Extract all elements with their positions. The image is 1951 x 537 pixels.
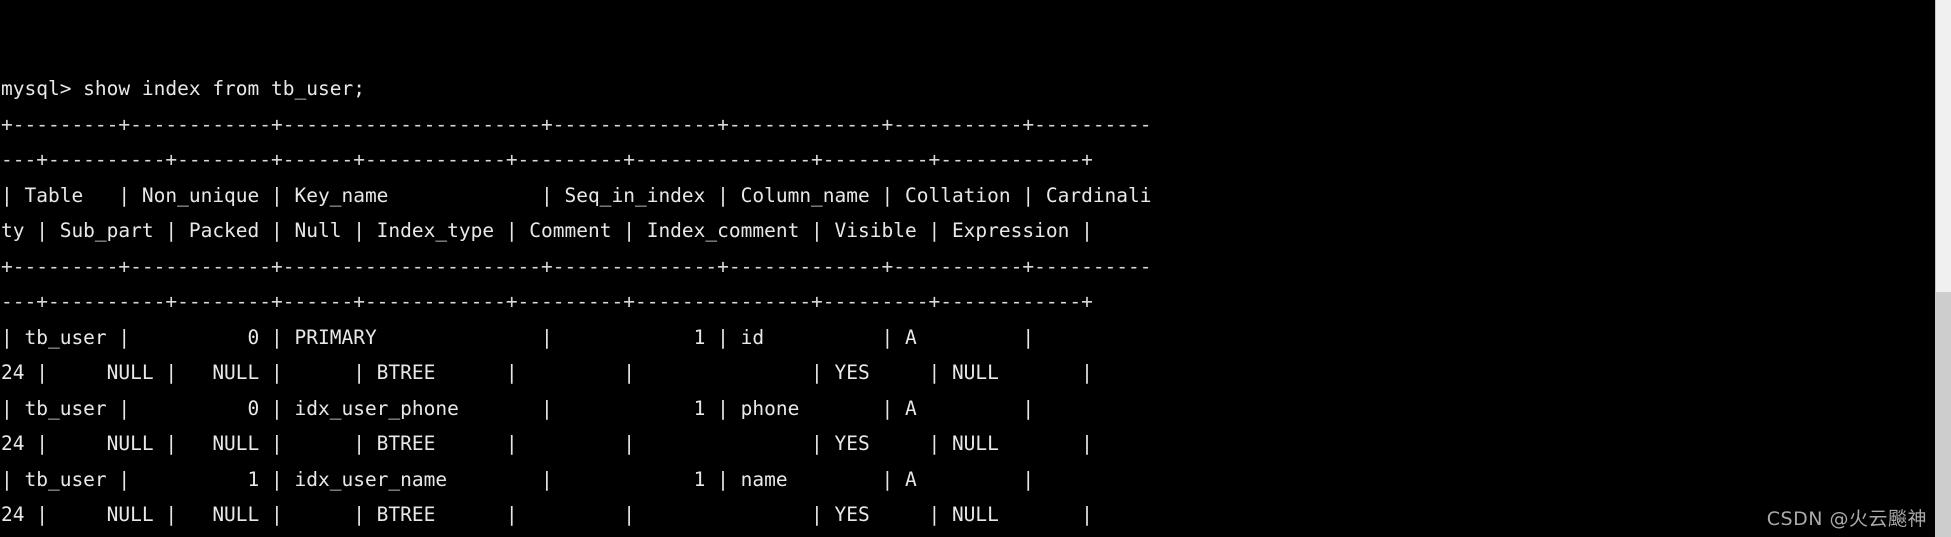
terminal-line: 24 | NULL | NULL | | BTREE | | | YES | N… [1, 361, 1093, 384]
terminal-line: ty | Sub_part | Packed | Null | Index_ty… [1, 219, 1093, 242]
terminal-line: +---------+------------+----------------… [1, 254, 1152, 278]
terminal-line: ---+----------+--------+------+---------… [1, 290, 1093, 313]
terminal-line: 24 | NULL | NULL | | BTREE | | | YES | N… [1, 503, 1093, 526]
terminal-line: | Table | Non_unique | Key_name | Seq_in… [1, 183, 1152, 207]
scrollbar-thumb[interactable] [1935, 292, 1951, 537]
terminal-line: +---------+------------+----------------… [1, 112, 1152, 136]
terminal-line: | tb_user | 1 | idx_user_name | 1 | name… [1, 467, 1152, 491]
terminal-line: ---+----------+--------+------+---------… [1, 148, 1093, 171]
terminal-line: | tb_user | 0 | PRIMARY | 1 | id | A | [1, 325, 1152, 349]
terminal-output: mysql> show index from tb_user; +--------… [0, 0, 1935, 537]
terminal-line: | tb_user | 1 | idx_user_pro_age_sta | 1… [1, 533, 1935, 537]
terminal-line: mysql> show index from tb_user; [1, 77, 365, 100]
terminal-line: 24 | NULL | NULL | | BTREE | | | YES | N… [1, 432, 1093, 455]
terminal-text: mysql> show index from tb_user; +--------… [1, 71, 1935, 537]
scrollbar-track[interactable] [1935, 0, 1951, 537]
terminal-line: | tb_user | 0 | idx_user_phone | 1 | pho… [1, 396, 1152, 420]
